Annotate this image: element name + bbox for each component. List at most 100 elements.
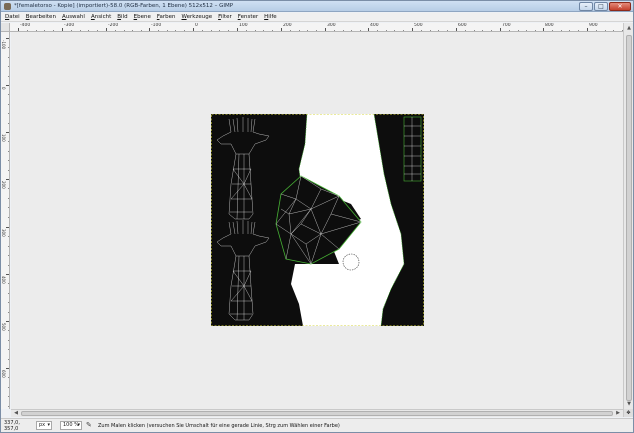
ruler-tick (6, 321, 9, 322)
ruler-minor-tick (8, 349, 9, 350)
menu-bearbeiten[interactable]: Bearbeiten (26, 13, 56, 22)
ruler-minor-tick (8, 340, 9, 341)
ruler-label: -200 (108, 23, 119, 28)
ruler-minor-tick (8, 198, 9, 199)
ruler-label: 500 (414, 23, 423, 28)
scroll-up-icon[interactable]: ▲ (625, 24, 633, 32)
ruler-minor-tick (8, 66, 9, 67)
menu-hilfe[interactable]: Hilfe (264, 13, 277, 22)
ruler-minor-tick (8, 57, 9, 58)
ruler-minor-tick (8, 76, 9, 77)
ruler-label: 500 (1, 323, 6, 331)
ruler-label: -100 (151, 23, 162, 28)
menu-datei[interactable]: Datei (5, 13, 20, 22)
ruler-minor-tick (8, 293, 9, 294)
vertical-scrollbar[interactable]: ▲ ▼ (623, 23, 633, 409)
ruler-label: 0 (195, 23, 198, 28)
unit-selector[interactable]: px (36, 421, 52, 430)
horizontal-scroll-thumb[interactable] (21, 411, 613, 416)
status-bar: 337,0, 357,0 px 100 % ✎ Zum Malen klicke… (1, 418, 633, 432)
ruler-label: 800 (545, 23, 554, 28)
menu-ansicht[interactable]: Ansicht (91, 13, 111, 22)
horizontal-scrollbar[interactable]: ◀ ▶ (11, 409, 623, 417)
ruler-label: 200 (283, 23, 292, 28)
ruler-minor-tick (8, 236, 9, 237)
ruler-tick (6, 85, 9, 86)
vertical-ruler[interactable]: -100 0 100 200 300 400 500 600 (1, 32, 10, 409)
app-icon (4, 3, 11, 10)
ruler-minor-tick (8, 377, 9, 378)
ruler-minor-tick (8, 217, 9, 218)
ruler-tick (6, 227, 9, 228)
ruler-minor-tick (8, 113, 9, 114)
ruler-tick (6, 132, 9, 133)
ruler-minor-tick (8, 188, 9, 189)
ruler-minor-tick (8, 283, 9, 284)
ruler-label: 100 (239, 23, 248, 28)
menu-auswahl[interactable]: Auswahl (62, 13, 85, 22)
ruler-minor-tick (8, 160, 9, 161)
scroll-right-icon[interactable]: ▶ (614, 410, 622, 417)
ruler-minor-tick (8, 141, 9, 142)
ruler-tick (6, 368, 9, 369)
navigate-icon[interactable]: ✥ (623, 409, 633, 417)
window-controls: – □ ✕ (579, 2, 631, 11)
ruler-tick (6, 179, 9, 180)
ruler-minor-tick (8, 265, 9, 266)
ruler-label: 300 (327, 23, 336, 28)
vertical-scroll-thumb[interactable] (626, 35, 632, 401)
ruler-minor-tick (8, 104, 9, 105)
ruler-minor-tick (8, 406, 9, 407)
window-title: *[femaletorso - Kopie] (importiert)-58.0… (14, 3, 234, 9)
minimize-icon[interactable]: – (579, 2, 593, 11)
ruler-minor-tick (8, 94, 9, 95)
side-strip-wireframe (403, 116, 422, 182)
ruler-label: 600 (1, 370, 6, 378)
menu-farben[interactable]: Farben (157, 13, 176, 22)
ruler-minor-tick (8, 246, 9, 247)
ruler-label: 0 (1, 87, 6, 90)
menu-filter[interactable]: Filter (218, 13, 232, 22)
ruler-tick (6, 274, 9, 275)
ruler-minor-tick (8, 151, 9, 152)
ruler-label: -300 (64, 23, 75, 28)
ruler-label: 400 (370, 23, 379, 28)
ruler-minor-tick (8, 330, 9, 331)
menu-ebene[interactable]: Ebene (134, 13, 151, 22)
uv-texture-image (211, 113, 424, 327)
ruler-label: -400 (20, 23, 31, 28)
menu-bar: Datei Bearbeiten Auswahl Ansicht Bild Eb… (1, 13, 633, 22)
gimp-window: *[femaletorso - Kopie] (importiert)-58.0… (0, 0, 634, 433)
menu-bild[interactable]: Bild (117, 13, 127, 22)
ruler-minor-tick (8, 312, 9, 313)
ruler-minor-tick (8, 302, 9, 303)
ruler-tick (6, 38, 9, 39)
ruler-label: -100 (1, 40, 6, 50)
scroll-down-icon[interactable]: ▼ (625, 400, 633, 408)
zoom-selector[interactable]: 100 % (60, 421, 82, 430)
ruler-minor-tick (8, 47, 9, 48)
image-canvas[interactable] (211, 113, 424, 327)
status-message: Zum Malen klicken (versuchen Sie Umschal… (98, 422, 340, 429)
ruler-corner[interactable] (1, 23, 10, 32)
maximize-icon[interactable]: □ (594, 2, 608, 11)
ruler-label: 200 (1, 181, 6, 189)
ruler-label: 300 (1, 229, 6, 237)
ruler-label: 700 (502, 23, 511, 28)
horizontal-ruler[interactable]: -400 -300 -200 -100 0 100 200 300 400 500 600 700 80… (10, 23, 623, 32)
ruler-minor-tick (8, 387, 9, 388)
pointer-coordinates: 337,0, 357,0 (4, 419, 20, 432)
menu-fenster[interactable]: Fenster (238, 13, 258, 22)
scroll-left-icon[interactable]: ◀ (12, 410, 20, 417)
ruler-minor-tick (8, 207, 9, 208)
ruler-label: 100 (1, 134, 6, 142)
menu-werkzeuge[interactable]: Werkzeuge (182, 13, 213, 22)
ruler-minor-tick (8, 359, 9, 360)
title-bar[interactable]: *[femaletorso - Kopie] (importiert)-58.0… (1, 1, 633, 12)
ruler-label: 400 (1, 276, 6, 284)
paintbrush-icon: ✎ (86, 421, 92, 429)
ruler-minor-tick (8, 170, 9, 171)
ruler-label: 600 (458, 23, 467, 28)
close-icon[interactable]: ✕ (609, 2, 631, 11)
ruler-minor-tick (8, 255, 9, 256)
